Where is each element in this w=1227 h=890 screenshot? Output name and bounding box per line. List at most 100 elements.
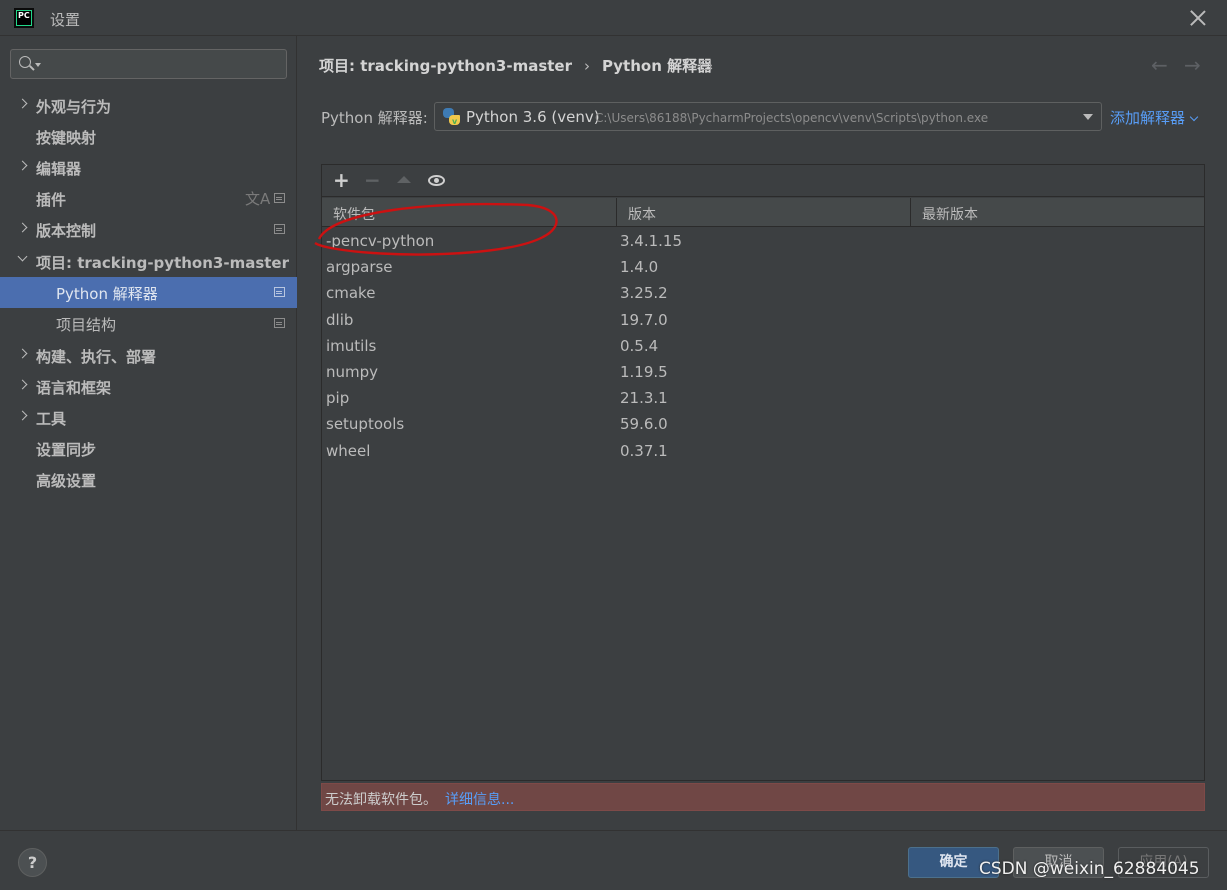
packages-toolbar: + − [322, 165, 1204, 197]
package-version: 1.19.5 [620, 363, 668, 381]
error-message: 无法卸载软件包。 [325, 792, 437, 808]
table-row[interactable]: numpy 1.19.5 [322, 360, 1204, 386]
page-settings-icon [274, 318, 285, 328]
table-row[interactable]: imutils 0.5.4 [322, 334, 1204, 360]
chevron-right-icon [17, 410, 28, 421]
sidebar-item-label: 项目结构 [56, 316, 117, 334]
chevron-right-icon [17, 222, 28, 233]
chevron-down-icon [17, 251, 28, 262]
sidebar-item-label: 语言和框架 [36, 379, 112, 397]
sidebar-item-build[interactable]: 构建、执行、部署 [0, 340, 297, 371]
chevron-right-icon [17, 348, 28, 359]
interpreter-select[interactable]: v Python 3.6 (venv) C:\Users\86188\Pycha… [434, 102, 1102, 131]
column-header-latest-version[interactable]: 最新版本 [911, 198, 1204, 227]
packages-panel: + − 软件包 版本 最新版本 -pencv-python 3.4.1.15 arg… [321, 164, 1205, 781]
chevron-right-icon [17, 160, 28, 171]
sidebar-item-settings-sync[interactable]: 设置同步 [0, 433, 297, 464]
table-row[interactable]: -pencv-python 3.4.1.15 [322, 229, 1204, 255]
add-package-button[interactable]: + [333, 168, 350, 192]
pycharm-logo-icon: PC [14, 8, 34, 28]
error-bar: 无法卸载软件包。 详细信息... [321, 783, 1205, 811]
sidebar-item-appearance[interactable]: 外观与行为 [0, 90, 297, 121]
sidebar-item-label: 版本控制 [36, 222, 97, 240]
table-row[interactable]: cmake 3.25.2 [322, 281, 1204, 307]
sidebar-item-label: 外观与行为 [36, 98, 112, 116]
package-name: dlib [326, 310, 354, 329]
sidebar-item-label: 构建、执行、部署 [36, 348, 157, 366]
sidebar-item-project[interactable]: 项目: tracking-python3-master [0, 246, 297, 277]
package-name: imutils [326, 336, 377, 355]
sidebar-item-keymap[interactable]: 按键映射 [0, 121, 297, 152]
remove-package-button[interactable]: − [364, 168, 381, 192]
close-icon[interactable] [1187, 7, 1209, 29]
page-settings-icon [700, 60, 711, 70]
sidebar-item-editor[interactable]: 编辑器 [0, 152, 297, 183]
package-version: 0.37.1 [620, 441, 668, 460]
sidebar-item-label: 插件 [36, 191, 67, 209]
column-header-version[interactable]: 版本 [617, 198, 911, 227]
package-version: 3.25.2 [620, 284, 668, 303]
show-early-releases-eye-icon[interactable] [428, 175, 445, 186]
package-version: 59.6.0 [620, 415, 668, 434]
table-row[interactable]: pip 21.3.1 [322, 386, 1204, 412]
sidebar-item-vcs[interactable]: 版本控制 [0, 214, 297, 245]
sidebar-item-advanced[interactable]: 高级设置 [0, 464, 297, 495]
search-icon [19, 56, 31, 68]
sidebar-item-languages[interactable]: 语言和框架 [0, 371, 297, 402]
sidebar-item-label: 高级设置 [36, 472, 97, 490]
package-name: argparse [326, 258, 393, 277]
sidebar-item-label: 设置同步 [36, 441, 97, 459]
page-settings-icon [274, 193, 285, 203]
dropdown-arrow-icon [1083, 114, 1093, 120]
upgrade-package-icon[interactable] [397, 176, 411, 183]
sidebar-item-tools[interactable]: 工具 [0, 402, 297, 433]
packages-table-header: 软件包 版本 最新版本 [322, 198, 1204, 227]
page-settings-icon [274, 224, 285, 234]
translate-icon: 文A [245, 190, 271, 208]
sidebar-item-python-interpreter[interactable]: Python 解释器 [0, 277, 297, 308]
package-name: cmake [326, 284, 376, 303]
table-row[interactable]: argparse 1.4.0 [322, 255, 1204, 281]
breadcrumb-project[interactable]: 项目: tracking-python3-master [319, 57, 572, 75]
breadcrumb-page: Python 解释器 [602, 57, 713, 75]
sidebar-item-label: 按键映射 [36, 129, 97, 147]
interpreter-label: Python 解释器: [321, 109, 428, 127]
settings-search-box[interactable] [10, 49, 287, 79]
package-name: numpy [326, 363, 379, 381]
settings-search-input[interactable] [45, 54, 275, 74]
settings-sidebar: 外观与行为 按键映射 编辑器 插件 文A 版本控制 项目: tracking-p… [0, 36, 297, 830]
table-row[interactable]: setuptools 59.6.0 [322, 412, 1204, 438]
back-arrow-icon[interactable]: ← [1151, 53, 1168, 77]
package-name: pip [326, 389, 350, 408]
package-name: -pencv-python [326, 232, 435, 250]
package-name: wheel [326, 441, 371, 460]
sidebar-item-label: 工具 [36, 410, 67, 428]
package-version: 0.5.4 [620, 336, 659, 355]
table-row[interactable]: wheel 0.37.1 [322, 439, 1204, 465]
package-version: 19.7.0 [620, 310, 668, 329]
page-settings-icon [274, 287, 285, 297]
sidebar-item-project-structure[interactable]: 项目结构 [0, 308, 297, 339]
window-title: 设置 [50, 11, 81, 29]
breadcrumb-separator: › [584, 57, 590, 75]
table-row[interactable]: dlib 19.7.0 [322, 308, 1204, 334]
breadcrumb: 项目: tracking-python3-master › Python 解释器 [319, 55, 712, 75]
sidebar-item-label: Python 解释器 [56, 285, 158, 303]
watermark: CSDN @weixin_62884045 [979, 859, 1200, 879]
package-version: 3.4.1.15 [620, 232, 683, 250]
chevron-down-icon [1189, 112, 1199, 122]
error-details-link[interactable]: 详细信息... [445, 789, 514, 809]
package-name: setuptools [326, 415, 405, 434]
chevron-right-icon [17, 98, 28, 109]
forward-arrow-icon[interactable]: → [1184, 53, 1201, 77]
chevron-down-icon [35, 63, 41, 67]
sidebar-item-plugins[interactable]: 插件 文A [0, 183, 297, 214]
package-version: 1.4.0 [620, 258, 659, 277]
sidebar-item-label: 项目: tracking-python3-master [36, 254, 289, 272]
column-header-package[interactable]: 软件包 [322, 198, 617, 227]
title-bar: PC 设置 [0, 0, 1227, 36]
python-venv-icon: v [443, 108, 460, 126]
help-button[interactable]: ? [18, 848, 47, 877]
interpreter-path: C:\Users\86188\PycharmProjects\opencv\ve… [595, 111, 989, 125]
add-interpreter-link[interactable]: 添加解释器 [1110, 107, 1199, 128]
